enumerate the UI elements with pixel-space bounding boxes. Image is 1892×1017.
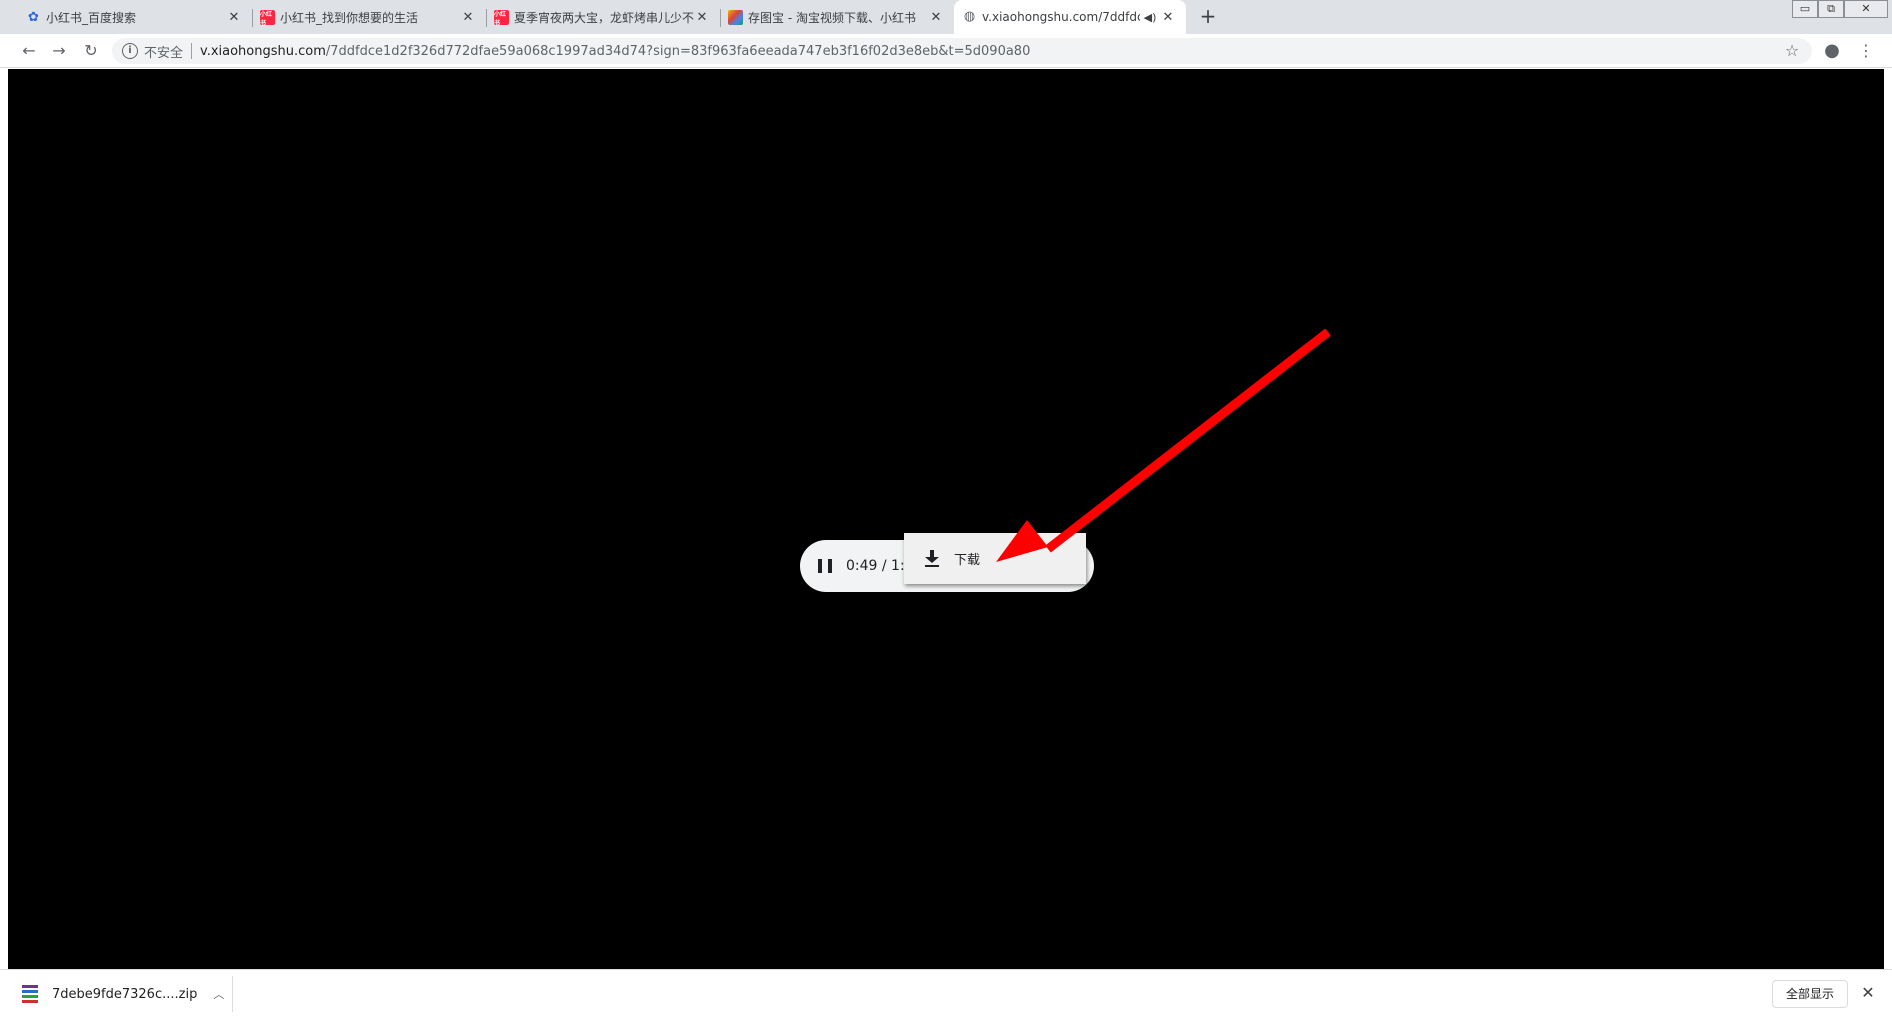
tab-strip: ✿ 小红书_百度搜索 ✕ 小红书 小红书_找到你想要的生活 ✕ 小红书 夏季宵夜… — [0, 0, 1892, 34]
tab-close-icon[interactable]: ✕ — [928, 10, 944, 25]
tab-video-active[interactable]: ◍ v.xiaohongshu.com/7ddfdc ◀) ✕ — [954, 0, 1186, 34]
cuntubao-icon — [728, 10, 743, 25]
show-all-button[interactable]: 全部显示 — [1772, 980, 1848, 1008]
back-arrow-icon[interactable]: ← — [18, 40, 40, 62]
red-annotation-arrow — [996, 328, 1331, 562]
download-icon — [924, 549, 940, 568]
context-menu-download[interactable]: 下载 — [904, 533, 1086, 584]
xiaohongshu-icon: 小红书 — [260, 10, 275, 27]
address-bar[interactable]: i 不安全 v.xiaohongshu.com /7ddfdce1d2f326d… — [112, 38, 1812, 64]
speaker-icon[interactable]: ◀) — [1140, 11, 1160, 24]
new-tab-button[interactable]: + — [1196, 5, 1220, 29]
baidu-paw-icon: ✿ — [28, 10, 39, 25]
shelf-divider — [232, 976, 233, 1012]
security-label[interactable]: 不安全 — [144, 42, 183, 61]
download-item[interactable]: 7debe9fde7326c....zip ︿ — [22, 979, 224, 1009]
url-host[interactable]: v.xiaohongshu.com — [200, 44, 326, 59]
tab-close-icon[interactable]: ✕ — [460, 10, 476, 25]
forward-arrow-icon[interactable]: → — [48, 40, 70, 62]
arrow-shaft — [1045, 328, 1331, 553]
tab-title: v.xiaohongshu.com/7ddfdc — [982, 10, 1140, 24]
menu-kebab-icon[interactable]: ⋮ — [1856, 41, 1876, 61]
info-icon[interactable]: i — [122, 43, 138, 59]
video-viewport[interactable]: 0:49 / 1:0 下载 — [8, 69, 1884, 969]
bookmark-star-icon[interactable]: ☆ — [1782, 41, 1802, 61]
tab-close-icon[interactable]: ✕ — [226, 10, 242, 25]
download-shelf: 7debe9fde7326c....zip ︿ 全部显示 ✕ — [0, 969, 1892, 1017]
xiaohongshu-icon: 小红书 — [494, 10, 509, 27]
pause-icon[interactable] — [818, 559, 832, 573]
reload-icon[interactable]: ↻ — [80, 40, 102, 62]
tab-title: 夏季宵夜两大宝，龙虾烤串儿少不 — [514, 11, 694, 25]
tab-cuntubao[interactable]: 存图宝 - 淘宝视频下载、小红书 ✕ — [720, 1, 954, 34]
tab-title: 存图宝 - 淘宝视频下载、小红书 — [748, 11, 916, 25]
tab-close-icon[interactable]: ✕ — [1160, 10, 1176, 25]
window-close-icon[interactable]: ✕ — [1844, 0, 1888, 18]
omnibox-divider — [191, 43, 193, 59]
chevron-up-icon[interactable]: ︿ — [213, 986, 224, 1002]
tab-close-icon[interactable]: ✕ — [694, 10, 710, 25]
tab-baidu-search[interactable]: ✿ 小红书_百度搜索 ✕ — [18, 1, 253, 34]
tab-title: 小红书_百度搜索 — [46, 11, 137, 25]
download-menu-label: 下载 — [954, 553, 981, 568]
tab-title: 小红书_找到你想要的生活 — [280, 11, 419, 25]
restore-icon[interactable]: ⧉ — [1818, 0, 1844, 18]
profile-avatar-icon[interactable]: ● — [1822, 41, 1842, 61]
url-path[interactable]: /7ddfdce1d2f326d772dfae59a068c1997ad34d7… — [326, 44, 1030, 59]
zip-archive-icon — [22, 985, 38, 1003]
tab-xiaohongshu-home[interactable]: 小红书 小红书_找到你想要的生活 ✕ — [252, 1, 487, 34]
tab-xiaohongshu-post[interactable]: 小红书 夏季宵夜两大宝，龙虾烤串儿少不 ✕ — [486, 1, 721, 34]
browser-toolbar: ← → ↻ i 不安全 v.xiaohongshu.com /7ddfdce1d… — [0, 34, 1892, 68]
download-filename: 7debe9fde7326c....zip — [52, 986, 198, 1002]
minimize-icon[interactable]: ▭ — [1792, 0, 1818, 18]
globe-icon: ◍ — [963, 9, 976, 24]
shelf-close-icon[interactable]: ✕ — [1858, 982, 1878, 1004]
